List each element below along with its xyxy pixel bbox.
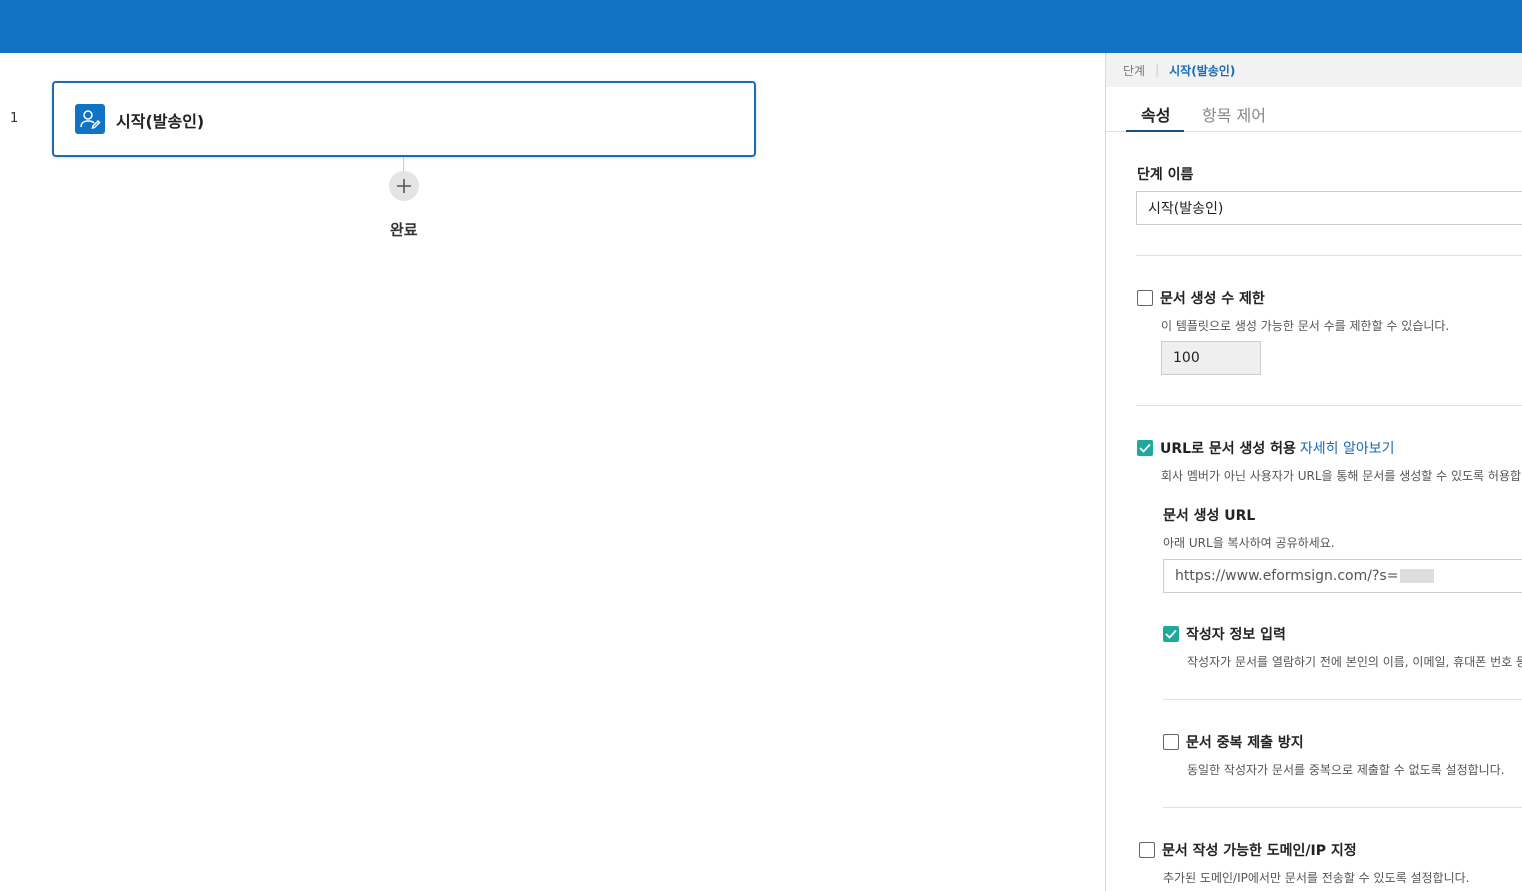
properties-panel: 단계 | 시작(발송인) 속성 항목 제어 단계 이름 시작(발송인) 문서 생…: [1105, 53, 1522, 891]
panel-tabs: 속성 항목 제어: [1106, 87, 1522, 132]
step-number: 1: [10, 111, 19, 126]
check-icon: [1139, 443, 1151, 453]
add-step-button[interactable]: [389, 171, 419, 201]
check-icon: [1165, 629, 1177, 639]
doc-limit-label: 문서 생성 수 제한: [1160, 291, 1265, 307]
active-tab-indicator: [1126, 130, 1184, 132]
doc-limit-input[interactable]: 100: [1161, 341, 1261, 375]
learn-more-link[interactable]: 자세히 알아보기: [1300, 441, 1395, 457]
doc-limit-desc: 이 템플릿으로 생성 가능한 문서 수를 제한할 수 있습니다.: [1161, 319, 1450, 333]
url-desc: 아래 URL을 복사하여 공유하세요.: [1163, 536, 1335, 550]
url-create-label: URL로 문서 생성 허용 자세히 알아보기: [1160, 438, 1394, 458]
sender-icon: [75, 104, 105, 134]
step-name-label: 단계 이름: [1137, 167, 1194, 183]
url-create-checkbox[interactable]: [1137, 440, 1153, 456]
dup-prevent-label: 문서 중복 제출 방지: [1186, 735, 1304, 751]
breadcrumb-current: 시작(발송인): [1169, 63, 1236, 78]
tab-field-control[interactable]: 항목 제어: [1202, 102, 1266, 126]
divider: [1163, 699, 1522, 700]
divider: [1136, 255, 1522, 256]
breadcrumb: 단계 | 시작(발송인): [1106, 53, 1522, 87]
plus-icon: [397, 179, 411, 193]
url-input[interactable]: https://www.eformsign.com/?s=: [1163, 559, 1522, 593]
step-label: 시작(발송인): [116, 112, 205, 131]
step-card-start[interactable]: 시작(발송인): [52, 81, 756, 157]
writer-info-checkbox[interactable]: [1163, 626, 1179, 642]
url-value: https://www.eformsign.com/?s=: [1175, 568, 1399, 584]
url-create-label-text: URL로 문서 생성 허용: [1160, 441, 1296, 457]
divider: [1136, 405, 1522, 406]
workflow-canvas: 1 시작(발송인) 완료: [0, 53, 1105, 891]
tab-properties[interactable]: 속성: [1141, 102, 1170, 126]
writer-info-desc: 작성자가 문서를 열람하기 전에 본인의 이름, 이메일, 휴대폰 번호 등을: [1187, 655, 1522, 669]
done-label: 완료: [390, 221, 418, 239]
dup-prevent-desc: 동일한 작성자가 문서를 중복으로 제출할 수 없도록 설정합니다.: [1187, 763, 1505, 777]
divider: [1163, 807, 1522, 808]
domain-ip-label: 문서 작성 가능한 도메인/IP 지정: [1162, 843, 1357, 859]
dup-prevent-checkbox[interactable]: [1163, 734, 1179, 750]
writer-info-label: 작성자 정보 입력: [1186, 627, 1286, 643]
breadcrumb-separator: |: [1155, 63, 1160, 77]
url-redacted: [1400, 569, 1435, 583]
top-header-bar: [0, 0, 1522, 53]
doc-limit-checkbox[interactable]: [1137, 290, 1153, 306]
step-name-input[interactable]: 시작(발송인): [1136, 191, 1522, 225]
url-create-desc: 회사 멤버가 아닌 사용자가 URL을 통해 문서를 생성할 수 있도록 허용합…: [1161, 469, 1522, 483]
domain-ip-checkbox[interactable]: [1139, 842, 1155, 858]
url-title: 문서 생성 URL: [1163, 508, 1256, 524]
breadcrumb-parent[interactable]: 단계: [1123, 62, 1145, 79]
domain-ip-desc: 추가된 도메인/IP에서만 문서를 전송할 수 있도록 설정합니다.: [1163, 871, 1470, 885]
